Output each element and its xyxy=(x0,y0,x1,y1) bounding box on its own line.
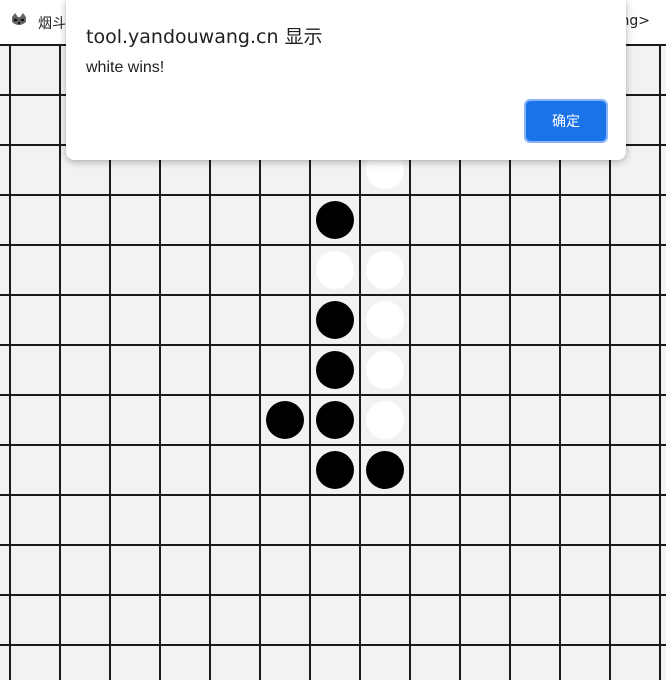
raccoon-logo-icon xyxy=(12,13,26,25)
black-stone xyxy=(316,401,354,439)
white-stone xyxy=(366,301,404,339)
site-name[interactable]: 烟斗 xyxy=(38,13,66,33)
black-stone xyxy=(366,451,404,489)
black-stone xyxy=(316,301,354,339)
gomoku-page: 烟斗 </thinking> tool.yandouwang.cn 显示 whi… xyxy=(0,0,666,680)
white-stone xyxy=(366,251,404,289)
black-stone xyxy=(266,401,304,439)
black-stone xyxy=(316,451,354,489)
alert-dialog: tool.yandouwang.cn 显示 white wins! 确定 xyxy=(66,0,626,160)
black-stone xyxy=(316,201,354,239)
dialog-message: white wins! xyxy=(86,59,165,76)
dialog-title: tool.yandouwang.cn 显示 xyxy=(86,26,323,48)
white-stone xyxy=(316,251,354,289)
white-stone xyxy=(366,401,404,439)
black-stone xyxy=(316,351,354,389)
ok-button[interactable]: 确定 xyxy=(524,99,608,143)
white-stone xyxy=(366,351,404,389)
